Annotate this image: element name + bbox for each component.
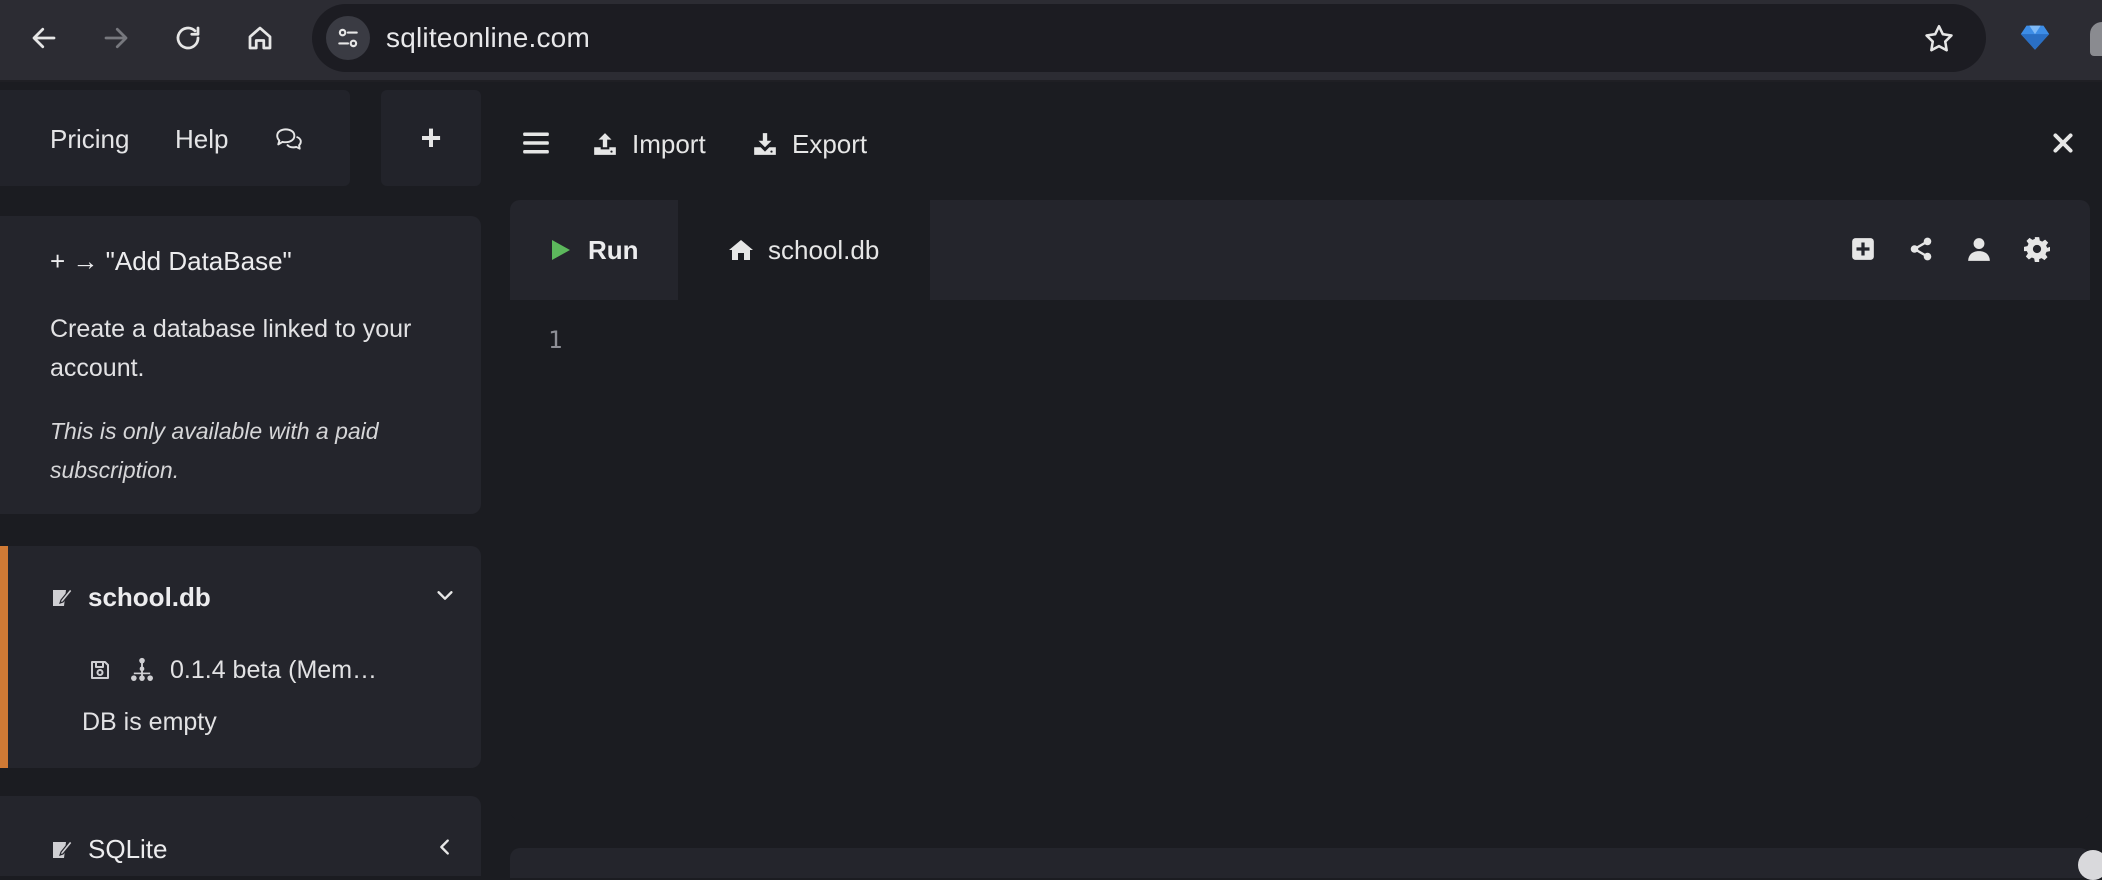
import-button[interactable]: Import [592, 126, 706, 162]
tab-school-db[interactable]: school.db [678, 200, 930, 300]
home-icon [248, 26, 272, 50]
close-icon[interactable] [2050, 130, 2076, 156]
forward-arrow-icon [104, 27, 128, 49]
database-version: 0.1.4 beta (Memory) [170, 656, 390, 684]
export-label: Export [792, 128, 868, 159]
database-status: DB is empty [82, 708, 217, 736]
play-icon [552, 240, 570, 260]
chevron-down-icon[interactable] [434, 584, 456, 606]
pricing-link[interactable]: Pricing [50, 124, 129, 155]
sql-editor: Run school.db 1 [510, 200, 2090, 820]
download-icon [754, 133, 776, 155]
gem-extension-icon[interactable] [2018, 20, 2052, 54]
back-button[interactable] [22, 16, 66, 60]
active-indicator [0, 546, 8, 768]
scroll-handle[interactable] [2078, 850, 2102, 880]
home-icon [729, 240, 753, 260]
add-database-description: Create a database linked to your account… [50, 315, 412, 382]
code-editor-area[interactable]: 1 [510, 300, 2090, 820]
profile-extension-icon[interactable] [2090, 22, 2102, 56]
site-info-icon [338, 28, 358, 48]
browser-toolbar: sqliteonline.com [0, 0, 2102, 82]
add-database-title[interactable]: + → "Add DataBase" [50, 246, 292, 277]
import-label: Import [632, 128, 706, 159]
reload-button[interactable] [166, 16, 210, 60]
chat-icon[interactable] [274, 126, 304, 152]
database-name[interactable]: school.db [88, 582, 211, 613]
forward-button[interactable] [94, 16, 138, 60]
save-icon[interactable] [88, 658, 112, 682]
database-edit-icon [53, 588, 73, 606]
address-bar[interactable]: sqliteonline.com [312, 4, 1986, 72]
url-text[interactable]: sqliteonline.com [386, 22, 590, 54]
gear-icon[interactable] [2024, 236, 2050, 262]
site-info-button[interactable] [326, 16, 370, 60]
back-arrow-icon [32, 27, 56, 49]
user-icon[interactable] [1966, 236, 1992, 262]
reload-icon [176, 26, 200, 50]
run-label: Run [588, 234, 639, 265]
sqlite-panel: SQLite [0, 796, 481, 876]
export-button[interactable]: Export [752, 126, 867, 162]
editor-actions [1850, 236, 2050, 262]
database-edit-icon [53, 840, 73, 858]
share-icon[interactable] [1908, 236, 1934, 262]
run-button[interactable]: Run [510, 200, 678, 300]
upload-icon [594, 133, 616, 155]
add-square-icon[interactable] [1850, 236, 1876, 262]
hamburger-menu-icon[interactable] [522, 130, 550, 156]
bookmark-star-icon[interactable] [1922, 22, 1956, 56]
database-panel: school.db 0.1.4 beta (Memory) DB is empt… [0, 546, 481, 768]
file-tab-label: school.db [768, 234, 880, 265]
subscription-note: This is only available with a paid subsc… [50, 418, 379, 483]
chevron-left-icon[interactable] [434, 836, 456, 858]
top-navigation: Pricing Help [0, 90, 350, 186]
help-link[interactable]: Help [175, 124, 228, 155]
home-button[interactable] [238, 16, 282, 60]
results-panel [510, 848, 2090, 878]
sitemap-icon[interactable] [128, 656, 156, 684]
add-database-panel: + → "Add DataBase" Create a database lin… [0, 216, 481, 514]
add-tab-button[interactable]: + [381, 90, 481, 186]
line-number: 1 [548, 326, 563, 354]
sqlite-panel-title[interactable]: SQLite [88, 834, 168, 865]
editor-tab-bar: Run school.db [510, 200, 2090, 300]
